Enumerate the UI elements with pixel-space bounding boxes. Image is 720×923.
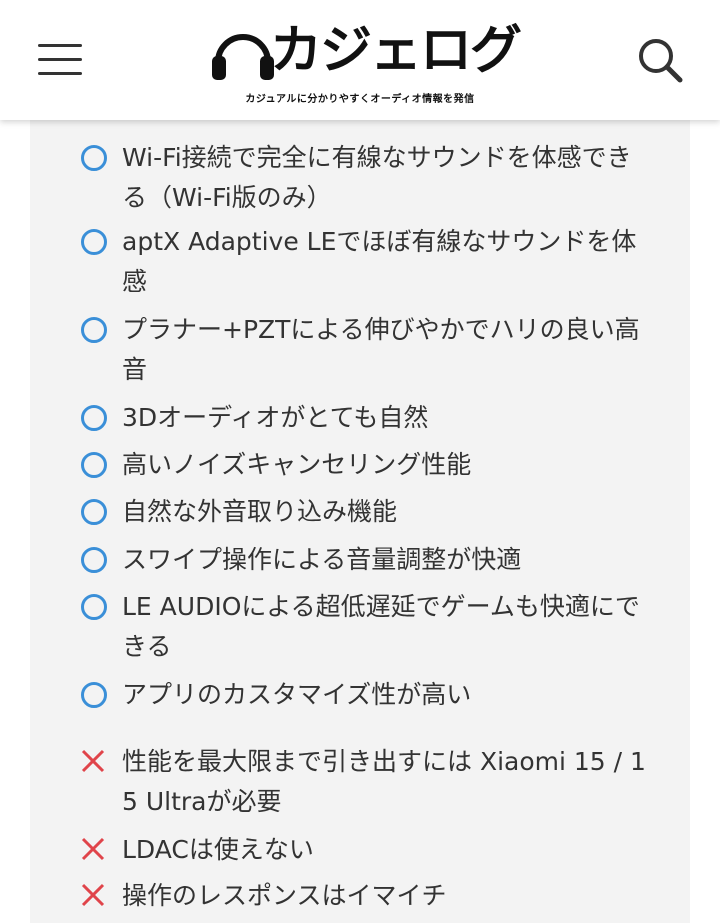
pro-item-label: aptX Adaptive LEでほぼ有線なサウンドを体感 (122, 227, 637, 296)
con-cross-icon (78, 742, 108, 773)
pro-circle-icon (78, 540, 108, 573)
hamburger-menu-icon[interactable] (36, 40, 84, 80)
pro-item-label: LE AUDIOによる超低遅延でゲームも快適にできる (122, 592, 640, 661)
con-item-label: 操作のレスポンスはイマイチ (122, 881, 447, 910)
site-header: カジェログ カジュアルに分かりやすくオーディオ情報を発信 (0, 0, 720, 120)
pro-circle-icon (78, 492, 108, 525)
con-item-label: LDACは使えない (122, 835, 314, 864)
pro-item-label: 自然な外音取り込み機能 (122, 497, 398, 526)
pro-item-label: スワイプ操作による音量調整が快適 (122, 545, 522, 574)
pro-circle-icon (78, 398, 108, 431)
pro-item-label: 高いノイズキャンセリング性能 (122, 450, 472, 479)
pro-circle-icon (78, 675, 108, 708)
pro-item-label: プラナー+PZTによる伸びやかでハリの良い高音 (122, 315, 640, 384)
pro-item-label: Wi-Fi接続で完全に有線なサウンドを体感できる（Wi-Fi版のみ） (122, 143, 632, 212)
con-cross-icon (78, 876, 108, 907)
site-logo[interactable]: カジェログ カジュアルに分かりやすくオーディオ情報を発信 (208, 14, 522, 106)
headphones-logo-icon (212, 34, 274, 80)
search-icon[interactable] (636, 36, 684, 84)
con-item-label: 性能を最大限まで引き出すには Xiaomi 15 / 15 Ultraが必要 (122, 747, 646, 816)
con-cross-icon (78, 830, 108, 861)
pro-circle-icon (78, 222, 108, 255)
pro-item-label: 3Dオーディオがとても自然 (122, 403, 429, 432)
pro-circle-icon (78, 445, 108, 478)
pro-circle-icon (78, 587, 108, 620)
pro-circle-icon (78, 310, 108, 343)
pros-cons-box: Wi-Fi接続で完全に有線なサウンドを体感できる（Wi-Fi版のみ） aptX … (30, 120, 690, 923)
logo-tagline: カジュアルに分かりやすくオーディオ情報を発信 (245, 94, 475, 105)
logo-text: カジェログ (270, 21, 522, 81)
pro-item-label: アプリのカスタマイズ性が高い (122, 680, 472, 709)
pro-circle-icon (78, 138, 108, 171)
